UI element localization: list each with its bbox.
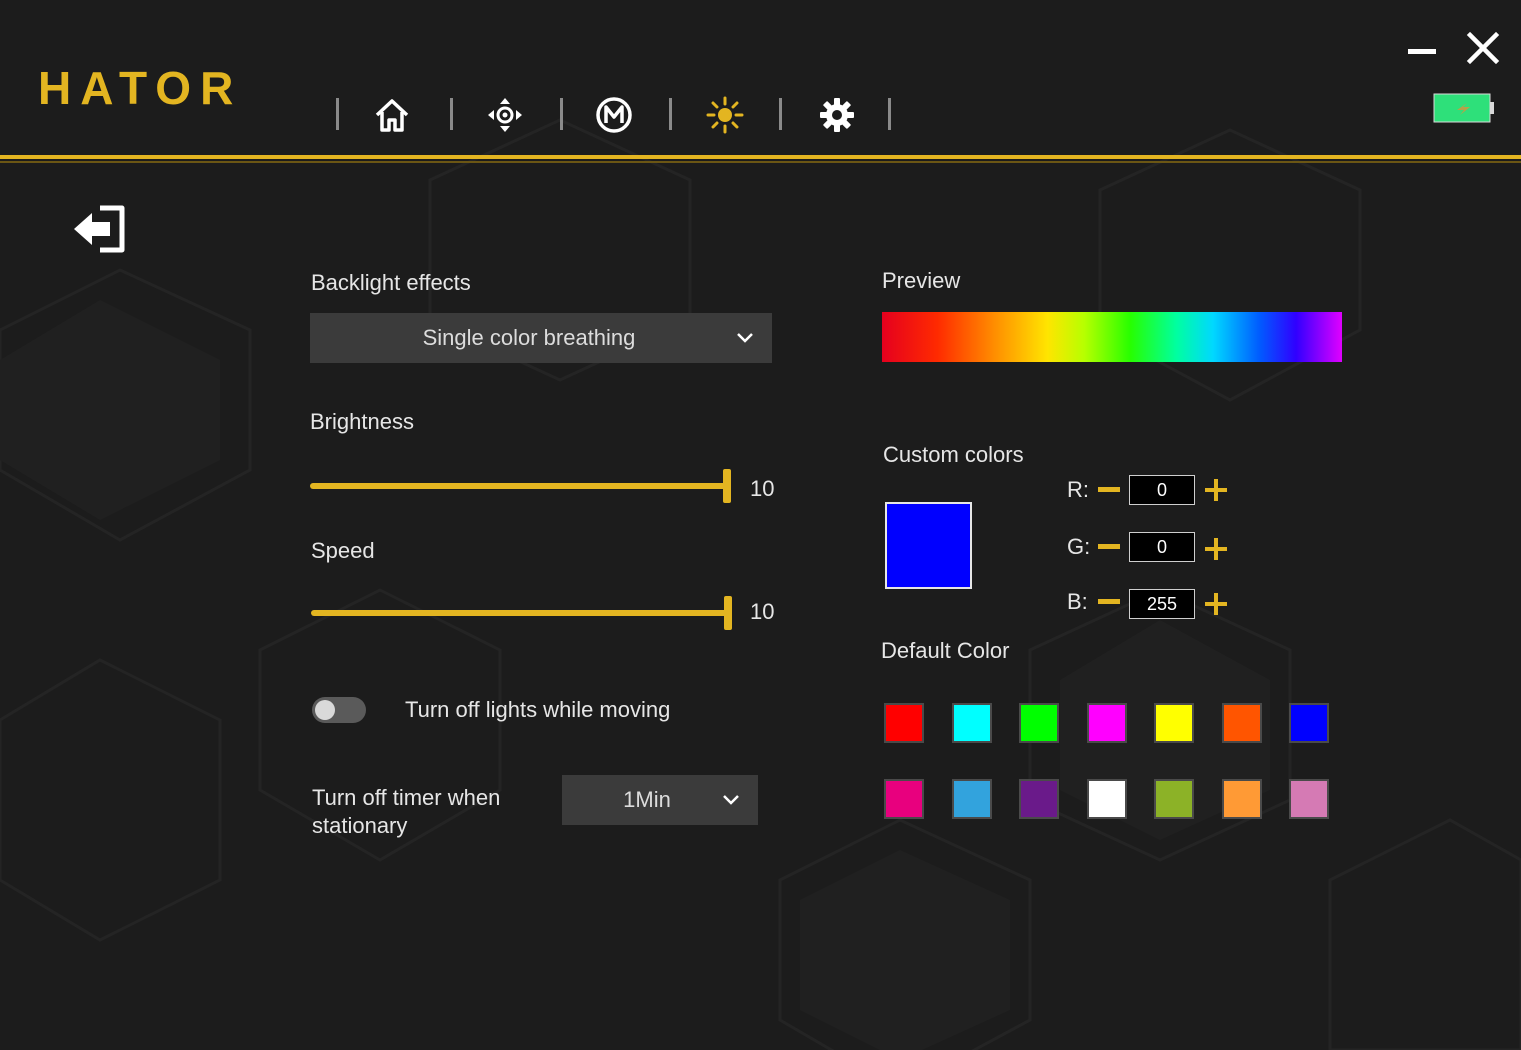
- default-color-swatch[interactable]: [1289, 703, 1329, 743]
- minus-icon: [1098, 544, 1120, 549]
- b-decrement-button[interactable]: [1098, 589, 1120, 615]
- brightness-value: 10: [750, 476, 775, 501]
- nav-separator: [888, 98, 891, 130]
- default-color-swatch[interactable]: [1019, 779, 1059, 819]
- header-divider: [0, 155, 1521, 159]
- hator-logo: HATOR: [38, 62, 243, 114]
- lights-off-moving-label: Turn off lights while moving: [405, 697, 671, 722]
- timer-label: Turn off timer when stationary: [312, 784, 500, 840]
- g-label: G:: [1067, 534, 1091, 559]
- r-value-input[interactable]: [1129, 475, 1195, 505]
- plus-icon: [1205, 538, 1227, 560]
- nav-separator: [779, 98, 782, 130]
- b-label: B:: [1067, 589, 1088, 614]
- nav-separator: [450, 98, 453, 130]
- nav-lighting[interactable]: [703, 93, 747, 137]
- default-color-swatch[interactable]: [951, 703, 992, 743]
- close-button[interactable]: [1463, 28, 1503, 68]
- lights-off-moving-toggle[interactable]: [312, 697, 366, 723]
- g-decrement-button[interactable]: [1098, 534, 1120, 560]
- default-color-swatch[interactable]: [1154, 703, 1194, 743]
- battery-indicator: [1433, 93, 1494, 123]
- timer-label-line1: Turn off timer when: [312, 785, 501, 810]
- custom-colors-label: Custom colors: [883, 442, 1024, 467]
- r-increment-button[interactable]: [1203, 477, 1229, 503]
- nav-separator: [669, 98, 672, 130]
- default-color-swatch[interactable]: [1289, 779, 1329, 819]
- default-color-label: Default Color: [881, 638, 1010, 663]
- nav-separator: [560, 98, 563, 130]
- custom-color-swatch: [885, 502, 972, 589]
- nav-macro[interactable]: [592, 93, 636, 137]
- default-color-swatch[interactable]: [1019, 703, 1059, 743]
- color-preview-spectrum[interactable]: [882, 312, 1342, 362]
- backlight-effect-value: Single color breathing: [422, 325, 636, 350]
- backlight-effect-dropdown[interactable]: Single color breathing: [310, 313, 772, 363]
- timer-value: 1Min: [623, 787, 671, 812]
- speed-label: Speed: [311, 538, 375, 563]
- brightness-slider-thumb[interactable]: [723, 469, 731, 503]
- plus-icon: [1205, 479, 1227, 501]
- default-color-swatch[interactable]: [884, 703, 924, 743]
- preview-label: Preview: [882, 268, 961, 293]
- default-color-swatch[interactable]: [1221, 779, 1262, 819]
- default-color-swatch[interactable]: [1221, 703, 1262, 743]
- speed-slider-thumb[interactable]: [724, 596, 732, 630]
- default-color-swatch[interactable]: [1086, 703, 1127, 743]
- home-icon: [375, 99, 409, 132]
- chevron-down-icon: [723, 795, 739, 805]
- minus-icon: [1098, 599, 1120, 604]
- nav-settings[interactable]: [815, 93, 859, 137]
- close-icon: [1466, 31, 1500, 65]
- backlight-effects-label: Backlight effects: [311, 270, 471, 295]
- nav-buttons[interactable]: [483, 93, 527, 137]
- toggle-knob: [315, 700, 335, 720]
- default-color-swatch[interactable]: [1154, 779, 1194, 819]
- b-value-input[interactable]: [1129, 589, 1195, 619]
- r-decrement-button[interactable]: [1098, 477, 1120, 503]
- header-divider-shadow: [0, 161, 1521, 163]
- nav-home[interactable]: [370, 93, 414, 137]
- default-color-swatch[interactable]: [951, 779, 992, 819]
- macro-m-icon: [596, 97, 632, 133]
- b-increment-button[interactable]: [1203, 591, 1229, 617]
- minimize-button[interactable]: [1402, 28, 1442, 68]
- minimize-icon: [1408, 49, 1436, 54]
- move-arrows-icon: [488, 98, 522, 132]
- speed-slider-track[interactable]: [311, 610, 731, 616]
- sun-icon: [706, 96, 744, 134]
- battery-icon: [1433, 93, 1494, 123]
- r-label: R:: [1067, 477, 1089, 502]
- gear-icon: [820, 98, 854, 132]
- plus-icon: [1205, 593, 1227, 615]
- speed-value: 10: [750, 599, 775, 624]
- minus-icon: [1098, 487, 1120, 492]
- timer-label-line2: stationary: [312, 813, 408, 838]
- default-color-swatch[interactable]: [1086, 779, 1127, 819]
- default-color-swatch[interactable]: [884, 779, 924, 819]
- timer-dropdown[interactable]: 1Min: [562, 775, 758, 825]
- g-increment-button[interactable]: [1203, 536, 1229, 562]
- brightness-slider-track[interactable]: [310, 483, 730, 489]
- back-arrow-icon: [74, 205, 125, 253]
- g-value-input[interactable]: [1129, 532, 1195, 562]
- brightness-label: Brightness: [310, 409, 414, 434]
- back-button[interactable]: [70, 203, 128, 255]
- chevron-down-icon: [737, 333, 753, 343]
- nav-separator: [336, 98, 339, 130]
